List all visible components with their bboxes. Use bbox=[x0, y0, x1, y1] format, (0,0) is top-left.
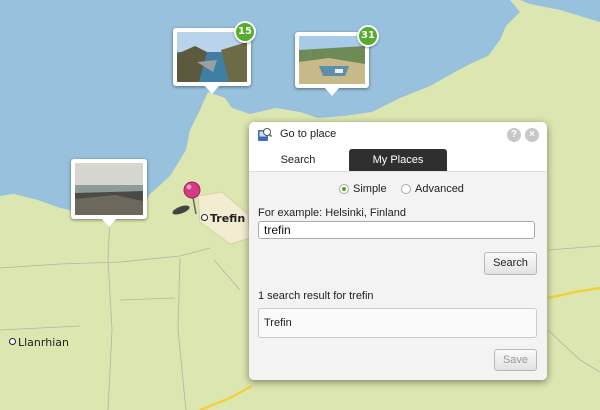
place-dot-icon bbox=[201, 214, 208, 221]
radio-label: Advanced bbox=[415, 183, 464, 195]
place-label-trefin[interactable]: Trefin bbox=[201, 212, 245, 225]
photo-thumbnail bbox=[75, 163, 143, 215]
photo-count-badge-harbour: 31 bbox=[357, 25, 379, 47]
example-hint: For example: Helsinki, Finland bbox=[258, 207, 406, 219]
help-icon[interactable]: ? bbox=[507, 128, 521, 142]
radio-advanced[interactable]: Advanced bbox=[401, 183, 464, 195]
tab-search[interactable]: Search bbox=[253, 149, 343, 171]
place-search-input[interactable] bbox=[258, 221, 535, 239]
place-label-llanrhian[interactable]: Llanrhian bbox=[9, 336, 69, 349]
photo-count-badge-cove: 15 bbox=[234, 21, 256, 43]
close-icon[interactable]: × bbox=[525, 128, 539, 142]
radio-label: Simple bbox=[353, 183, 387, 195]
globe-search-icon bbox=[257, 127, 273, 142]
result-item[interactable]: Trefin bbox=[264, 317, 531, 329]
result-list: Trefin bbox=[258, 308, 537, 338]
search-button[interactable]: Search bbox=[484, 252, 537, 275]
dialog-tabs: Search My Places bbox=[249, 149, 547, 172]
place-dot-icon bbox=[9, 338, 16, 345]
place-name: Llanrhian bbox=[18, 336, 69, 349]
dialog-body: Simple Advanced For example: Helsinki, F… bbox=[249, 172, 547, 380]
radio-simple[interactable]: Simple bbox=[339, 183, 387, 195]
save-button[interactable]: Save bbox=[494, 349, 537, 371]
radio-button-icon bbox=[401, 184, 411, 194]
radio-button-icon bbox=[339, 184, 349, 194]
photo-pin-beach[interactable] bbox=[71, 159, 147, 227]
dialog-title: Go to place bbox=[280, 128, 337, 140]
photo-thumbnail bbox=[299, 36, 365, 84]
place-name: Trefin bbox=[210, 212, 246, 225]
result-count: 1 search result for trefin bbox=[258, 290, 374, 302]
tab-my-places[interactable]: My Places bbox=[349, 149, 447, 171]
go-to-place-dialog: Go to place ? × Search My Places Simple … bbox=[249, 122, 547, 380]
